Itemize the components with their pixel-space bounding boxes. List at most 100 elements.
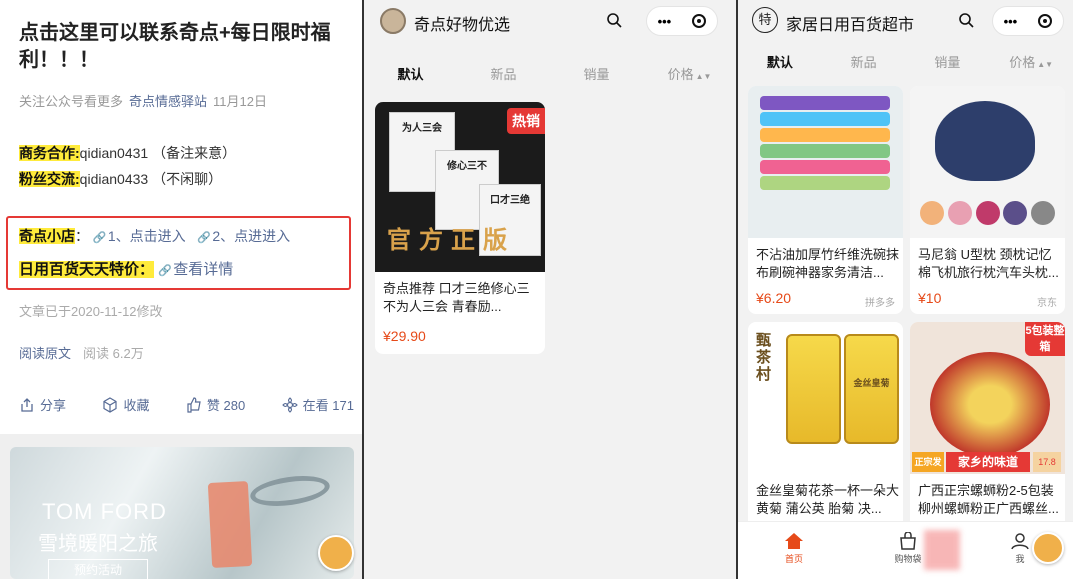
store-header: 奇点好物优选 ••• — [364, 0, 736, 42]
product-source: 拼多多 — [865, 298, 895, 309]
share-button[interactable]: 分享 — [19, 395, 66, 414]
nav-home-label: 首页 — [784, 554, 803, 564]
product-image — [910, 86, 1065, 238]
account-link[interactable]: 奇点情感驿站 — [129, 94, 207, 109]
product-card[interactable]: 甄茶村 金丝皇菊 金丝皇菊花茶一杯一朵大黄菊 蒲公英 胎菊 决... — [748, 322, 903, 532]
ad-cta-button[interactable]: 预约活动 — [48, 559, 148, 579]
blurred-area — [924, 530, 960, 570]
article-title[interactable]: 点击这里可以联系奇点+每日限时福利！！！ — [19, 20, 349, 74]
product-image: 5包装整箱 家乡的味道 正宗发货 17.8 — [910, 322, 1065, 487]
ad-banner[interactable]: TOM FORD 雪境暖阳之旅 预约活动 — [10, 447, 354, 579]
share-icon — [21, 397, 33, 412]
business-label: 商务合作: — [19, 145, 80, 161]
ad-brand: TOM FORD — [42, 499, 167, 524]
product-price: ¥6.20 — [756, 290, 792, 306]
tab-price[interactable]: 价格 ▲▼ — [989, 52, 1073, 82]
pack-badge: 5包装整箱 — [1025, 322, 1065, 356]
shop-link-1-text: 1、点击进入 — [107, 228, 186, 244]
article-panel: 点击这里可以联系奇点+每日限时福利！！！ 关注公众号看更多 奇点情感驿站 11月12… — [0, 0, 362, 579]
collect-button[interactable]: 收藏 — [102, 395, 149, 414]
search-icon[interactable] — [958, 12, 974, 28]
jar-label: 金丝皇菊 — [853, 378, 890, 388]
daily-label: 日用百货天天特价： — [19, 261, 155, 278]
business-contact: 商务合作:qidian0431 （备注来意） — [19, 143, 236, 163]
shop-link-2[interactable]: 🔗2、点进进入 — [197, 228, 290, 244]
price-tag: 17.8 — [1033, 452, 1061, 472]
product-source: 京东 — [1037, 298, 1057, 309]
sort-tabs: 默认 新品 销量 价格 ▲▼ — [738, 52, 1073, 82]
towel — [760, 112, 890, 126]
read-original-link[interactable]: 阅读原文 — [19, 346, 71, 361]
shop-link-2-text: 2、点进进入 — [212, 228, 291, 244]
flower-icon — [281, 396, 298, 413]
watching-button[interactable]: 在看 171 — [281, 395, 354, 414]
product-title: 金丝皇菊花茶一杯一朵大黄菊 蒲公英 胎菊 决... — [756, 483, 900, 516]
close-target-icon[interactable] — [692, 14, 707, 28]
towel — [760, 96, 890, 110]
tab-sales[interactable]: 销量 — [550, 64, 643, 94]
floating-avatar[interactable] — [318, 535, 354, 571]
fans-label: 粉丝交流: — [19, 171, 80, 187]
daily-link[interactable]: 🔗查看详情 — [158, 261, 233, 278]
collect-label: 收藏 — [123, 398, 150, 413]
book-title: 口才三绝 — [490, 195, 530, 206]
sort-tabs: 默认 新品 销量 价格 ▲▼ — [364, 64, 736, 94]
store-avatar — [380, 8, 406, 34]
tab-new[interactable]: 新品 — [822, 52, 906, 82]
product-card[interactable]: 不沾油加厚竹纤维洗碗抹布刷碗神器家务清洁... ¥6.20 拼多多 — [748, 86, 903, 314]
share-label: 分享 — [40, 398, 67, 413]
product-card[interactable]: 马尼翁 U型枕 颈枕记忆棉飞机旅行枕汽车头枕... ¥10 京东 — [910, 86, 1065, 314]
product-title: 奇点推荐 口才三绝修心三不为人三会 青春励... — [383, 281, 530, 314]
floating-avatar[interactable] — [1032, 532, 1064, 564]
search-icon[interactable] — [606, 12, 622, 28]
pillow-swatch — [975, 201, 1000, 225]
official-text: 官方正版 — [387, 227, 515, 254]
pillow-swatch — [1003, 201, 1028, 225]
nav-bag-label: 购物袋 — [894, 554, 922, 564]
article-actions: 分享 收藏 赞 280 在看 171 — [19, 395, 354, 414]
product-card[interactable]: 为人三会 修心三不 口才三绝 官方正版 热销 奇点推荐 口才三绝修心三不为人三会… — [375, 102, 545, 354]
close-target-icon[interactable] — [1038, 14, 1053, 28]
like-button[interactable]: 赞 280 — [186, 395, 245, 414]
product-card[interactable]: 5包装整箱 家乡的味道 正宗发货 17.8 广西正宗螺蛳粉2-5包装柳州螺蛳粉正… — [910, 322, 1065, 532]
pillow-swatch — [1031, 201, 1055, 225]
nav-bag[interactable]: 购物袋 — [888, 531, 928, 565]
more-icon[interactable]: ••• — [658, 14, 672, 29]
product-title: 广西正宗螺蛳粉2-5包装柳州螺蛳粉正广西螺丝... — [918, 483, 1059, 516]
brand-text: 甄茶村 — [756, 332, 772, 383]
tab-default[interactable]: 默认 — [364, 64, 457, 94]
shop-line: 奇点小店： 🔗1、点击进入 🔗2、点进进入 — [19, 226, 290, 246]
cube-icon — [103, 396, 118, 413]
sort-arrows-icon: ▲▼ — [695, 72, 712, 81]
bottom-nav: 首页 购物袋 我 — [738, 521, 1073, 579]
tab-default[interactable]: 默认 — [738, 52, 822, 82]
pillow-swatch — [947, 201, 972, 225]
tab-new[interactable]: 新品 — [457, 64, 550, 94]
store-header: 特 家居日用百货超市 ••• — [738, 0, 1073, 42]
product-image — [207, 481, 253, 568]
book-title: 为人三会 — [402, 123, 442, 134]
tab-price[interactable]: 价格 ▲▼ — [643, 64, 736, 94]
product-image — [748, 86, 903, 238]
article-meta: 关注公众号看更多 奇点情感驿站 11月12日 — [19, 91, 267, 110]
tab-sales[interactable]: 销量 — [906, 52, 990, 82]
mini-program-capsule: ••• — [646, 6, 718, 36]
shop-label: 奇点小店 — [19, 228, 75, 244]
more-icon[interactable]: ••• — [1004, 14, 1018, 29]
store-panel-daily: 特 家居日用百货超市 ••• 默认 新品 销量 价格 ▲▼ 不沾油加厚竹纤维洗碗抹… — [738, 0, 1073, 579]
link-icon: 🔗 — [92, 232, 107, 244]
user-icon — [1011, 533, 1029, 550]
follow-prompt: 关注公众号看更多 — [19, 94, 124, 109]
product-title: 不沾油加厚竹纤维洗碗抹布刷碗神器家务清洁... — [756, 247, 900, 280]
towel — [760, 176, 890, 190]
ad-slogan: 雪境暖阳之旅 — [38, 533, 158, 555]
business-value: qidian0431 （备注来意） — [79, 145, 237, 161]
shop-link-1[interactable]: 🔗1、点击进入 — [93, 228, 186, 244]
publish-date: 11月12日 — [213, 94, 267, 109]
pillow-shape — [935, 101, 1035, 181]
thumbs-up-icon — [187, 396, 201, 413]
link-icon: 🔗 — [158, 265, 172, 277]
edit-notice: 文章已于2020-11-12修改 — [19, 304, 163, 319]
nav-home[interactable]: 首页 — [774, 532, 814, 565]
bracelet-image — [248, 471, 332, 511]
